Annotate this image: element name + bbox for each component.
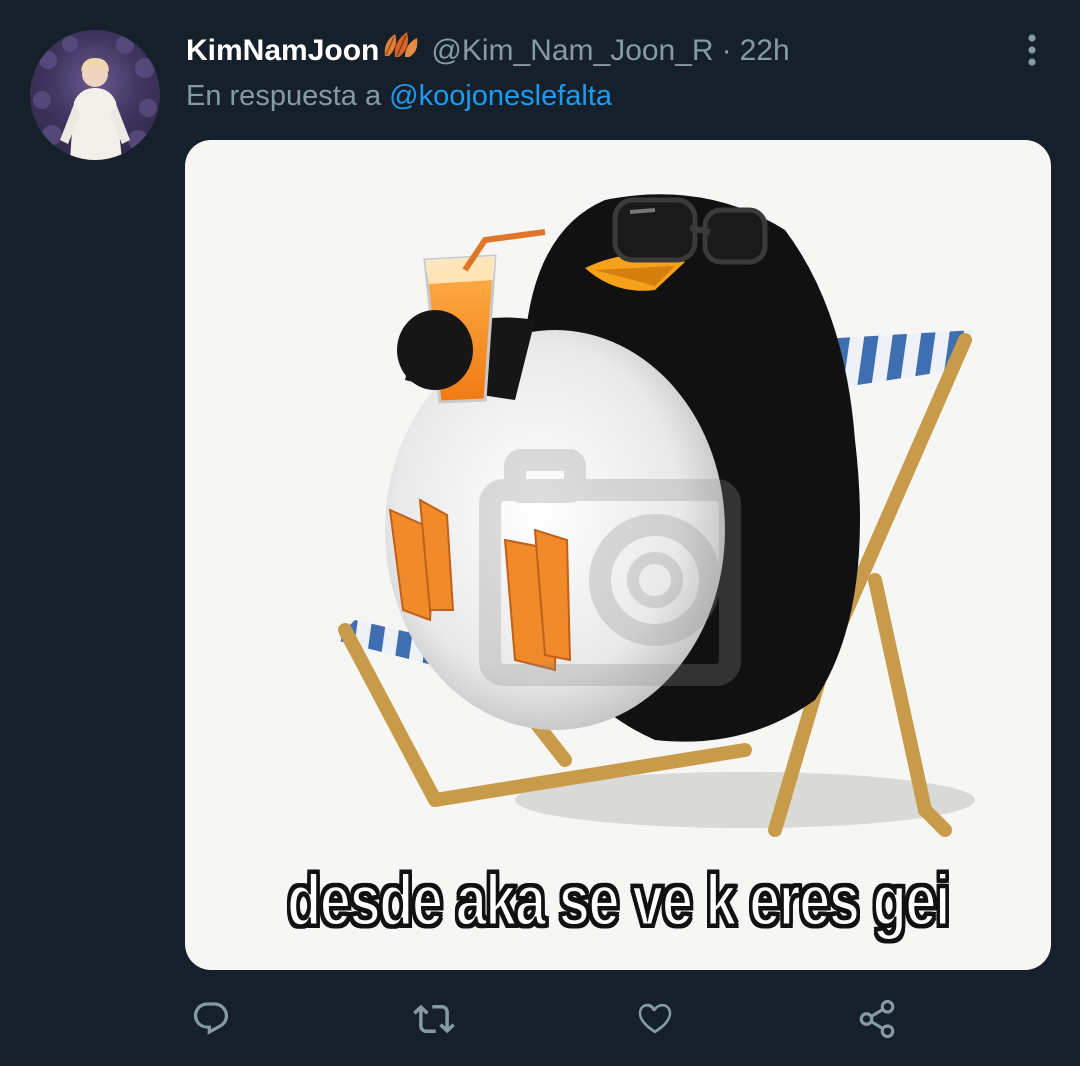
- timestamp[interactable]: 22h: [740, 34, 790, 68]
- reply-context: En respuesta a @koojoneslefalta: [186, 80, 612, 113]
- avatar[interactable]: [30, 30, 160, 160]
- tweet-header: KimNamJoon @Kim_Nam_Joon_R · 22h: [186, 30, 1000, 74]
- reply-prefix: En respuesta a: [186, 80, 382, 112]
- tweet-media[interactable]: desde aka se ve k eres gei: [185, 140, 1051, 970]
- more-options-button[interactable]: [1010, 28, 1054, 72]
- retweet-icon: [413, 1004, 455, 1034]
- reply-mention-link[interactable]: @koojoneslefalta: [389, 80, 612, 112]
- leaves-emoji-icon: [381, 30, 421, 60]
- retweet-button[interactable]: [409, 994, 459, 1044]
- like-icon: [638, 1003, 672, 1034]
- more-vertical-icon: [1028, 34, 1036, 66]
- reply-icon: [193, 1002, 229, 1035]
- tweet-actions: [0, 994, 1080, 1044]
- like-button[interactable]: [630, 994, 680, 1044]
- meme-caption: desde aka se ve k eres gei: [286, 860, 952, 943]
- sunglasses: [612, 197, 768, 265]
- share-icon: [859, 999, 895, 1039]
- separator-dot: ·: [721, 34, 732, 67]
- display-name[interactable]: KimNamJoon: [186, 34, 379, 68]
- reply-button[interactable]: [186, 994, 236, 1044]
- share-button[interactable]: [852, 994, 902, 1044]
- user-handle[interactable]: @Kim_Nam_Joon_R: [431, 34, 713, 68]
- avatar-image: [33, 36, 157, 160]
- meme-image: [335, 194, 975, 837]
